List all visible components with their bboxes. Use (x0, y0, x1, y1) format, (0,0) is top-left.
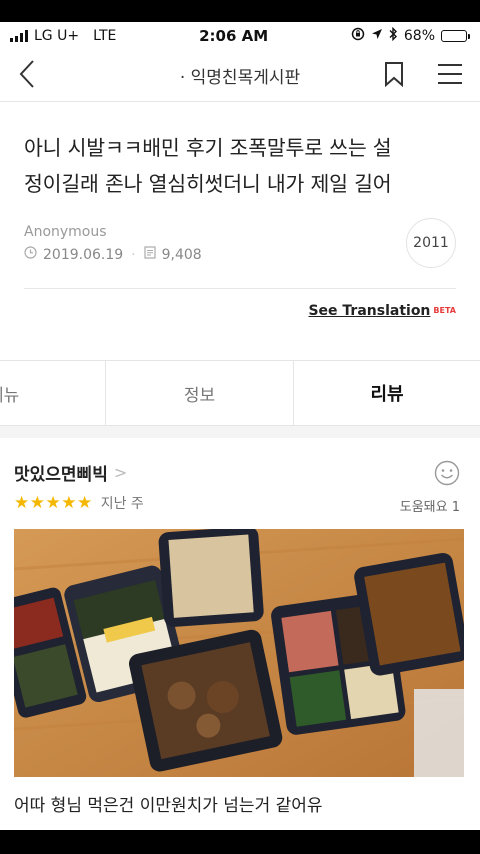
tab-bar: 메뉴 정보 리뷰 (0, 360, 480, 426)
tab-review-label: 리뷰 (370, 384, 404, 405)
helpful-count: 도움돼요 1 (399, 500, 460, 515)
status-right: 68% (351, 26, 470, 45)
views-icon (144, 246, 156, 263)
review-sub: ★★★★★ 지난 주 (14, 493, 144, 513)
translate-row: See Translation BETA (24, 289, 456, 319)
see-translation-link[interactable]: See Translation (308, 303, 430, 319)
post-author: Anonymous (24, 224, 107, 240)
bottom-black-bar (0, 830, 480, 854)
tab-info[interactable]: 정보 (106, 361, 294, 425)
post-title-line-2: 정이길래 존나 열심히썻더니 내가 제일 길어 (24, 172, 392, 196)
bluetooth-icon (389, 26, 398, 45)
chevron-right-icon: > (113, 463, 128, 482)
tab-menu-label: 메뉴 (0, 385, 20, 406)
reviewer-name-link[interactable]: 맛있으면삐빅 > (14, 460, 144, 485)
review-card: 맛있으면삐빅 > ★★★★★ 지난 주 도움돼요 1 어따 형님 먹은건 이만원… (0, 438, 480, 816)
signal-icon (10, 30, 28, 42)
tab-info-label: 정보 (183, 385, 216, 406)
hamburger-icon[interactable] (437, 63, 462, 89)
screen-lock-icon (351, 27, 365, 45)
chevron-left-icon[interactable] (18, 59, 36, 93)
nav-actions (384, 61, 462, 91)
battery-icon (441, 30, 470, 42)
helpful-button[interactable]: 도움돼요 1 (400, 460, 460, 515)
tab-review[interactable]: 리뷰 (294, 361, 480, 425)
battery-percent: 68% (403, 28, 435, 44)
carrier-label: LG U+ (34, 28, 80, 44)
post-header: 아니 시발ㅋㅋ배민 후기 조폭말투로 쓰는 설 정이길래 존나 열심히썻더니 내… (0, 102, 480, 319)
post-stats: 2019.06.19 · 9,408 (24, 246, 202, 263)
school-badge[interactable]: 2011 (406, 218, 456, 268)
review-text: 어따 형님 먹은건 이만원치가 넘는거 같어유 (14, 796, 323, 816)
page: LG U+ LTE 2:06 AM 68% · 익명친목게시판 아니 시발ㅋㅋ배… (0, 0, 480, 854)
meta-separator: · (131, 246, 136, 263)
review-photo[interactable] (14, 529, 464, 777)
rating-stars: ★★★★★ (14, 493, 93, 513)
nav-bar: · 익명친목게시판 (0, 50, 480, 102)
smile-icon (434, 460, 460, 490)
review-time: 지난 주 (100, 496, 144, 512)
post-title: 아니 시발ㅋㅋ배민 후기 조폭말투로 쓰는 설 정이길래 존나 열심히썻더니 내… (24, 130, 456, 202)
post-title-line-1: 아니 시발ㅋㅋ배민 후기 조폭말투로 쓰는 설 (24, 136, 392, 160)
location-icon (371, 28, 383, 44)
network-label: LTE (93, 28, 117, 44)
post-meta: Anonymous 2019.06.19 · 9,408 2011 (24, 218, 456, 268)
top-black-bar (0, 0, 480, 22)
reviewer-name: 맛있으면삐빅 (14, 465, 108, 485)
status-time: 2:06 AM (199, 27, 269, 45)
tab-menu[interactable]: 메뉴 (0, 361, 106, 425)
food-photo-illustration (14, 529, 464, 777)
phone-screen: LG U+ LTE 2:06 AM 68% · 익명친목게시판 아니 시발ㅋㅋ배… (0, 22, 480, 830)
board-title: · 익명친목게시판 (179, 68, 301, 88)
bookmark-icon[interactable] (384, 61, 404, 91)
post-date: 2019.06.19 (43, 246, 124, 263)
clock-icon (24, 246, 37, 263)
status-bar: LG U+ LTE 2:06 AM 68% (0, 22, 480, 50)
review-header: 맛있으면삐빅 > ★★★★★ 지난 주 도움돼요 1 (14, 438, 466, 515)
status-left: LG U+ LTE (10, 28, 116, 44)
beta-badge: BETA (433, 306, 456, 315)
post-views: 9,408 (161, 246, 202, 263)
tab-gap (0, 426, 480, 438)
